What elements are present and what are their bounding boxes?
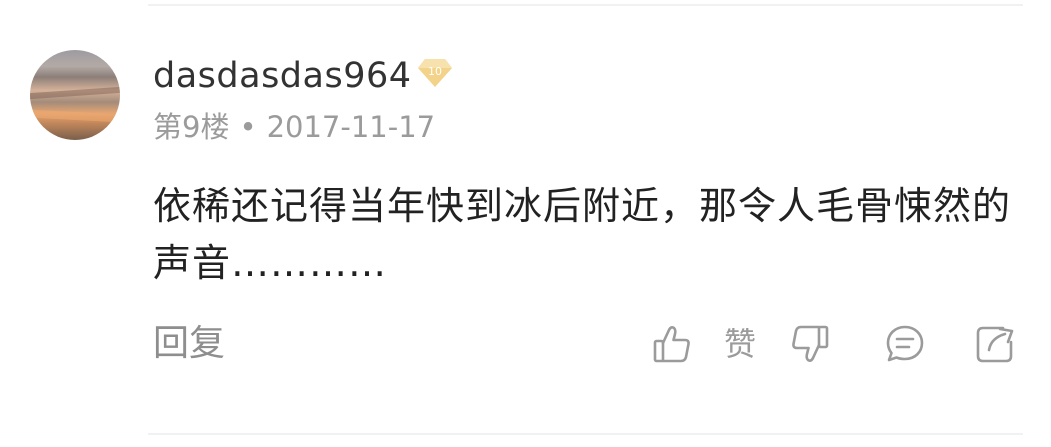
comment-text: 依稀还记得当年快到冰后附近，那令人毛骨悚然的声音………… [153, 184, 1012, 285]
username[interactable]: dasdasdas964 [153, 56, 412, 96]
bottom-divider [148, 433, 1023, 435]
comment-icon[interactable] [883, 322, 927, 366]
thumbs-up-icon[interactable] [650, 322, 694, 366]
level-badge-text: 10 [428, 65, 442, 78]
avatar[interactable] [30, 50, 120, 140]
reply-button[interactable]: 回复 [153, 322, 225, 366]
like-label[interactable]: 赞 [724, 324, 756, 364]
level-badge-icon: 10 [417, 58, 453, 88]
comment-meta: 第9楼 • 2017-11-17 [153, 110, 435, 144]
floor-label: 第9楼 [153, 110, 230, 144]
thumbs-down-icon[interactable] [788, 322, 832, 366]
comment-date: 2017-11-17 [266, 110, 436, 144]
share-icon[interactable] [973, 322, 1017, 366]
meta-separator: • [239, 110, 257, 144]
top-divider [148, 4, 1023, 6]
